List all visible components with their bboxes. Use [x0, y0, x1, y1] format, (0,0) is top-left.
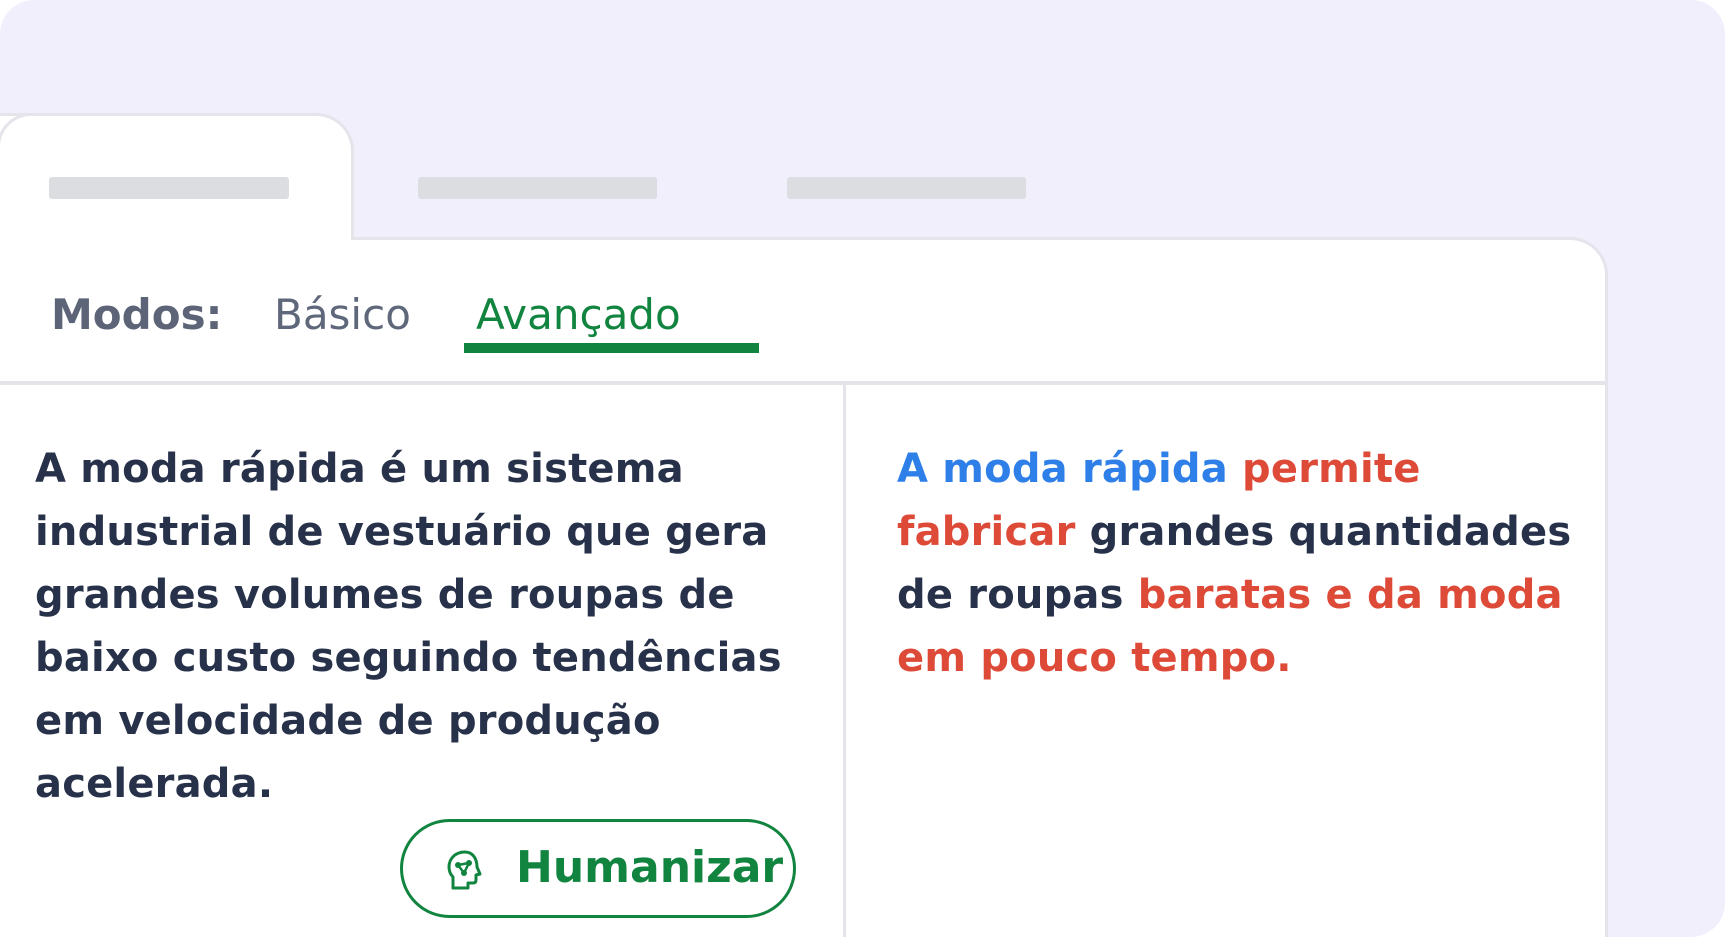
mode-tab-basic[interactable]: Básico [274, 290, 411, 339]
modes-label: Modos: [51, 290, 223, 339]
mode-tab-advanced[interactable]: Avançado [476, 290, 681, 339]
tab-title-placeholder-3[interactable] [787, 177, 1026, 199]
input-text-area[interactable]: A moda rápida é um sistema industrial de… [35, 438, 795, 816]
active-mode-underline [464, 343, 759, 353]
output-text-area: A moda rápida permite fabricar grandes q… [897, 438, 1587, 690]
header-divider [0, 381, 1605, 385]
panel-divider [843, 385, 846, 937]
humanize-button-label: Humanizar [516, 842, 784, 893]
head-network-icon [447, 850, 482, 890]
output-segment-synonym: A moda rápida [897, 446, 1228, 492]
tab-title-placeholder-2[interactable] [418, 177, 657, 199]
modes-bar: Modos: Básico Avançado [0, 270, 1600, 353]
output-segment-space [1228, 446, 1242, 492]
app-canvas: Modos: Básico Avançado A moda rápida é u… [0, 0, 1725, 937]
tab-title-placeholder-1 [49, 177, 289, 199]
humanize-button[interactable]: Humanizar [400, 819, 796, 918]
